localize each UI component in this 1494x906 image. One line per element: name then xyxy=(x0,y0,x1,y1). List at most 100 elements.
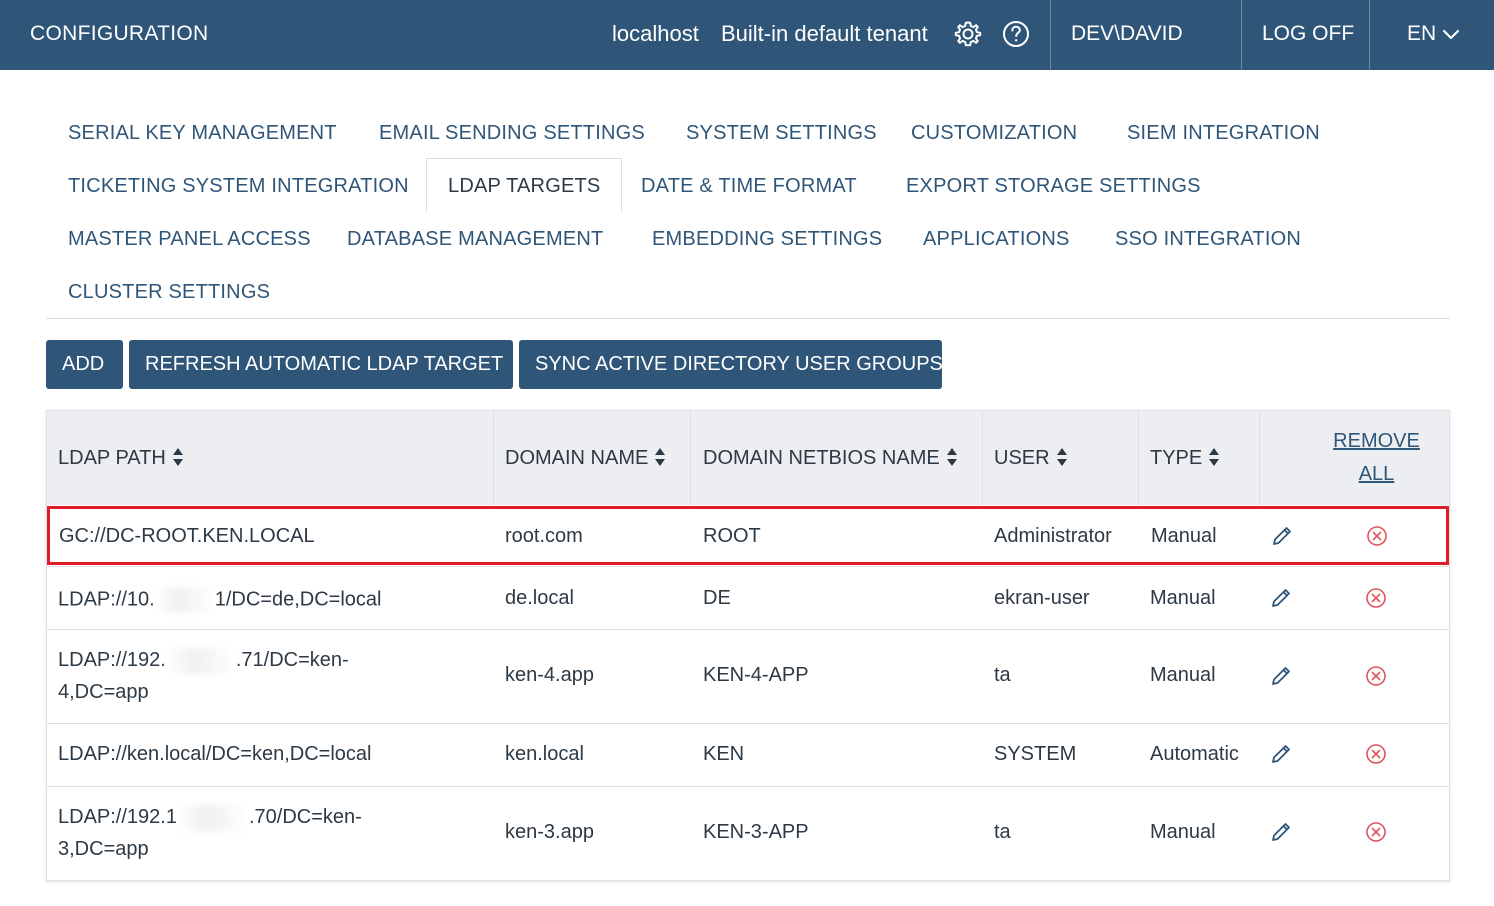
add-button[interactable]: ADD xyxy=(46,340,123,389)
table-header: LDAP PATH DOMAIN NAME DOMAIN NETBIOS NAM… xyxy=(47,411,1449,505)
tab-master-panel-access[interactable]: MASTER PANEL ACCESS xyxy=(68,213,311,266)
top-bar: CONFIGURATION localhost Built-in default… xyxy=(0,0,1494,70)
remove-circle-icon[interactable] xyxy=(1366,525,1388,547)
column-divider xyxy=(690,411,691,505)
column-header-domain-name[interactable]: DOMAIN NAME xyxy=(505,411,666,505)
ldap-path-part: LDAP://10. xyxy=(58,588,155,611)
column-label: LDAP PATH xyxy=(58,447,166,469)
tab-serial-key-management[interactable]: SERIAL KEY MANAGEMENT xyxy=(68,107,337,160)
tab-date-time-format[interactable]: DATE & TIME FORMAT xyxy=(641,160,857,213)
cell-type: Manual xyxy=(1151,525,1217,547)
redacted-text xyxy=(165,647,236,674)
redacted-text xyxy=(154,587,215,613)
header-divider xyxy=(1369,0,1370,70)
table-row[interactable]: LDAP://ken.local/DC=ken,DC=local ken.loc… xyxy=(47,723,1449,786)
column-label: USER xyxy=(994,447,1050,469)
remove-circle-icon[interactable] xyxy=(1365,587,1387,609)
cell-netbios-name: ROOT xyxy=(703,525,761,547)
gear-icon[interactable] xyxy=(953,19,983,49)
sync-ad-user-groups-button[interactable]: SYNC ACTIVE DIRECTORY USER GROUPS xyxy=(519,340,943,389)
pencil-icon[interactable] xyxy=(1269,742,1293,766)
cell-ldap-path: LDAP://192. .71/DC=ken- 4,DC=app xyxy=(58,644,398,708)
redacted-text xyxy=(176,804,249,831)
logoff-button[interactable]: LOG OFF xyxy=(1262,0,1354,68)
tab-export-storage-settings[interactable]: EXPORT STORAGE SETTINGS xyxy=(906,160,1201,213)
table-row[interactable]: LDAP://10. 1/DC=de,DC=local de.local DE e… xyxy=(47,566,1449,629)
cell-type: Manual xyxy=(1150,664,1216,686)
cell-type: Manual xyxy=(1150,587,1216,609)
cell-user: ta xyxy=(994,664,1011,686)
cell-user: ekran-user xyxy=(994,587,1090,609)
tab-ticketing-system-integration[interactable]: TICKETING SYSTEM INTEGRATION xyxy=(68,160,409,213)
sort-icon[interactable] xyxy=(172,447,184,467)
app-title: CONFIGURATION xyxy=(30,22,209,45)
chevron-down-icon[interactable] xyxy=(1441,25,1461,43)
cell-domain-name: ken-4.app xyxy=(505,664,594,686)
pencil-icon[interactable] xyxy=(1270,524,1294,548)
ldap-path-part: 1/DC=de,DC=local xyxy=(214,588,382,611)
pencil-icon[interactable] xyxy=(1269,820,1293,844)
cell-domain-name: de.local xyxy=(505,587,574,609)
cell-netbios-name: DE xyxy=(703,587,731,609)
tab-cluster-settings[interactable]: CLUSTER SETTINGS xyxy=(68,266,270,319)
table-row[interactable]: GC://DC-ROOT.KEN.LOCAL root.com ROOT Adm… xyxy=(47,506,1449,565)
ldap-path-line: LDAP://192.1 .70/DC=ken- xyxy=(58,801,398,833)
remove-all-link[interactable]: REMOVE ALL xyxy=(1319,425,1434,491)
tab-sso-integration[interactable]: SSO INTEGRATION xyxy=(1115,213,1301,266)
sort-icon[interactable] xyxy=(654,447,666,467)
sort-icon[interactable] xyxy=(946,447,958,467)
cell-netbios-name: KEN-3-APP xyxy=(703,821,809,843)
cell-user: Administrator xyxy=(994,525,1112,547)
table-row[interactable]: LDAP://192. .71/DC=ken- 4,DC=app ken-4.ap… xyxy=(47,629,1449,723)
ldap-path-part: .70/DC=ken- xyxy=(248,806,362,828)
table-row[interactable]: LDAP://192.1 .70/DC=ken- 3,DC=app ken-3.a… xyxy=(47,786,1449,880)
column-divider xyxy=(1138,411,1139,505)
current-user: DEV\DAVID xyxy=(1071,22,1183,45)
cell-user: ta xyxy=(994,821,1011,843)
tab-embedding-settings[interactable]: EMBEDDING SETTINGS xyxy=(652,213,882,266)
column-header-netbios-name[interactable]: DOMAIN NETBIOS NAME xyxy=(703,411,958,505)
column-header-user[interactable]: USER xyxy=(994,411,1068,505)
sort-icon[interactable] xyxy=(1208,447,1220,467)
remove-all-line-1: REMOVE xyxy=(1333,430,1420,452)
ldap-path-line: 4,DC=app xyxy=(58,681,149,703)
cell-user: SYSTEM xyxy=(994,743,1077,765)
tab-email-sending-settings[interactable]: EMAIL SENDING SETTINGS xyxy=(379,107,645,160)
host-name: localhost xyxy=(612,21,699,46)
cell-type: Manual xyxy=(1150,821,1216,843)
cell-netbios-name: KEN-4-APP xyxy=(703,664,809,686)
remove-circle-icon[interactable] xyxy=(1365,821,1387,843)
remove-circle-icon[interactable] xyxy=(1365,743,1387,765)
ldap-path-line: 3,DC=app xyxy=(58,838,149,860)
tab-system-settings[interactable]: SYSTEM SETTINGS xyxy=(686,107,877,160)
column-divider xyxy=(493,411,494,505)
remove-circle-icon[interactable] xyxy=(1365,665,1387,687)
tab-customization[interactable]: CUSTOMIZATION xyxy=(911,107,1077,160)
sort-icon[interactable] xyxy=(1056,447,1068,467)
column-divider xyxy=(1259,411,1260,505)
column-header-type[interactable]: TYPE xyxy=(1150,411,1220,505)
pencil-icon[interactable] xyxy=(1269,586,1293,610)
pencil-icon[interactable] xyxy=(1269,664,1293,688)
tab-database-management[interactable]: DATABASE MANAGEMENT xyxy=(347,213,603,266)
tab-applications[interactable]: APPLICATIONS xyxy=(923,213,1070,266)
cell-ldap-path: LDAP://10. 1/DC=de,DC=local xyxy=(58,587,381,613)
tab-ldap-targets[interactable]: LDAP TARGETS xyxy=(426,158,623,213)
cell-netbios-name: KEN xyxy=(703,743,745,765)
ldap-path-part: .71/DC=ken- xyxy=(235,649,349,671)
cell-ldap-path: LDAP://192.1 .70/DC=ken- 3,DC=app xyxy=(58,801,398,865)
column-label: TYPE xyxy=(1150,447,1203,469)
cell-domain-name: root.com xyxy=(505,525,583,547)
tenant-name[interactable]: Built-in default tenant xyxy=(721,0,928,68)
column-label: DOMAIN NAME xyxy=(505,447,649,469)
column-label: DOMAIN NETBIOS NAME xyxy=(703,447,940,469)
help-circle-icon[interactable] xyxy=(1001,19,1031,49)
ldap-targets-table: LDAP PATH DOMAIN NAME DOMAIN NETBIOS NAM… xyxy=(46,410,1450,881)
tab-siem-integration[interactable]: SIEM INTEGRATION xyxy=(1127,107,1320,160)
language-selector[interactable]: EN xyxy=(1407,0,1436,68)
column-header-ldap-path[interactable]: LDAP PATH xyxy=(58,411,184,505)
header-divider xyxy=(1241,0,1242,70)
refresh-automatic-ldap-target-button[interactable]: REFRESH AUTOMATIC LDAP TARGET xyxy=(129,340,513,389)
ldap-path-part: LDAP://192. xyxy=(58,649,166,671)
header-divider xyxy=(1050,0,1051,70)
